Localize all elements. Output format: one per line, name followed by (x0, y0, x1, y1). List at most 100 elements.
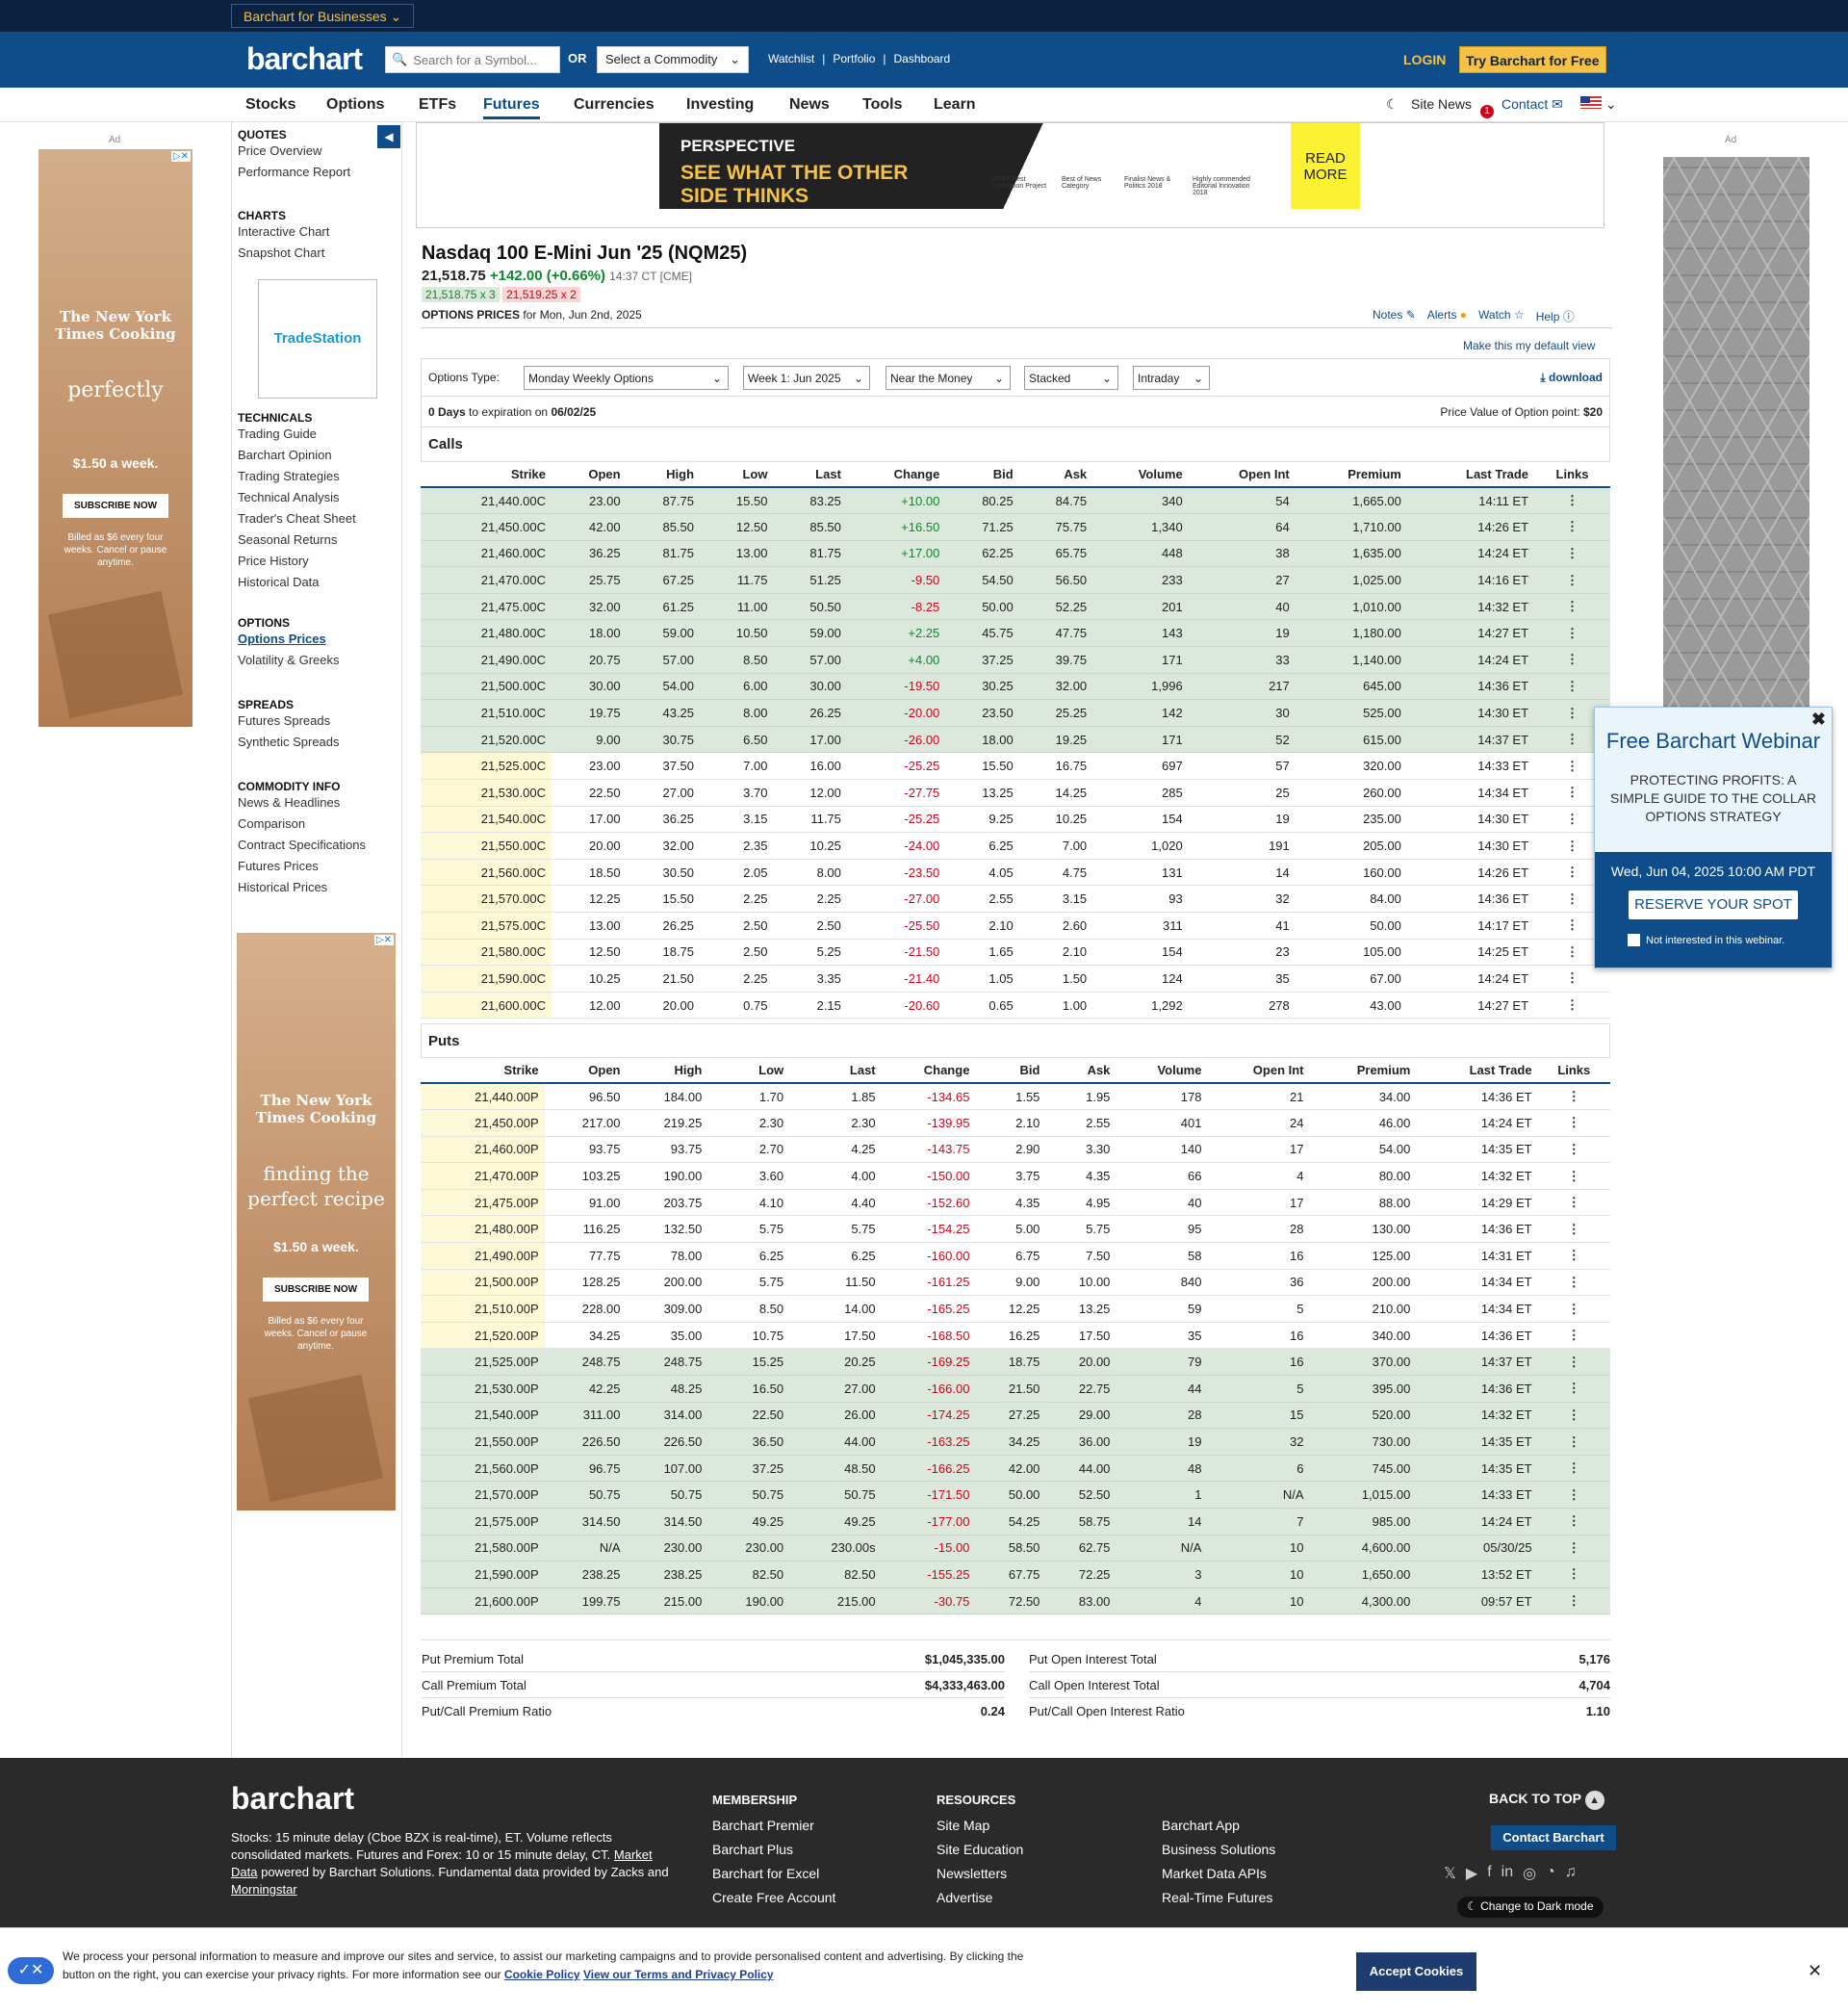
footer-link-apis[interactable]: Market Data APIs (1162, 1866, 1267, 1881)
row-menu-icon[interactable]: ⋮ (1537, 1295, 1610, 1323)
table-cell[interactable]: 21,575.00P (421, 1508, 545, 1536)
footer-link-realtime[interactable]: Real-Time Futures (1162, 1890, 1272, 1905)
table-cell[interactable]: 21,525.00P (421, 1348, 545, 1377)
table-row[interactable]: 21,575.00P 314.50 314.50 49.25 49.25 -177.00 5… (421, 1508, 1610, 1536)
nav-investing[interactable]: Investing (686, 96, 754, 114)
table-cell[interactable]: 21,520.00P (421, 1322, 545, 1350)
table-row[interactable]: 21,560.00C 18.50 30.50 2.05 8.00 -23.50 4.05 4.… (421, 859, 1610, 887)
col-header-last[interactable]: Last (789, 1058, 882, 1084)
table-cell[interactable]: 21,440.00P (421, 1083, 545, 1111)
table-row[interactable]: 21,600.00C 12.00 20.00 0.75 2.15 -20.60 0.65 1.… (421, 992, 1610, 1020)
table-row[interactable]: 21,450.00P 217.00 219.25 2.30 2.30 -139.95 2.1… (421, 1109, 1610, 1137)
table-cell[interactable]: 21,470.00P (421, 1162, 545, 1190)
table-row[interactable]: 21,460.00C 36.25 81.75 13.00 81.75 +17.00 62.2… (421, 540, 1610, 568)
table-cell[interactable]: 21,480.00P (421, 1215, 545, 1244)
col-header-high[interactable]: High (626, 1058, 708, 1084)
table-row[interactable]: 21,475.00C 32.00 61.25 11.00 50.50 -8.25 50.00… (421, 593, 1610, 621)
table-cell[interactable]: 21,560.00C (421, 859, 552, 887)
facebook-icon[interactable]: f (1487, 1864, 1491, 1883)
row-menu-icon[interactable]: ⋮ (1537, 1481, 1610, 1509)
interval-select[interactable]: Intraday ⌄ (1133, 366, 1210, 390)
sidebar-item-seasonal-returns[interactable]: Seasonal Returns (238, 532, 337, 547)
sidebar-item-trading-guide[interactable]: Trading Guide (238, 426, 317, 441)
close-icon[interactable]: ✖ (1811, 710, 1826, 730)
watchlist-link[interactable]: Watchlist (768, 52, 814, 65)
table-cell[interactable]: 21,550.00C (421, 832, 552, 860)
reserve-spot-button[interactable]: RESERVE YOUR SPOT (1629, 891, 1798, 919)
cookie-policy-link[interactable]: Cookie Policy (504, 1968, 580, 1981)
table-row[interactable]: 21,525.00P 248.75 248.75 15.25 20.25 -169.25 1… (421, 1348, 1610, 1377)
table-row[interactable]: 21,480.00C 18.00 59.00 10.50 59.00 +2.25 45.75… (421, 619, 1610, 648)
notes-link[interactable]: Notes ✎ (1373, 308, 1416, 324)
table-row[interactable]: 21,570.00C 12.25 15.50 2.25 2.25 -27.00 2.55 3.… (421, 885, 1610, 913)
table-row[interactable]: 21,540.00C 17.00 36.25 3.15 11.75 -25.25 9.25 1… (421, 806, 1610, 834)
row-menu-icon[interactable]: ⋮ (1537, 1428, 1610, 1456)
col-header-volume[interactable]: Volume (1092, 462, 1189, 488)
row-menu-icon[interactable]: ⋮ (1534, 487, 1610, 515)
col-header-bid[interactable]: Bid (975, 1058, 1046, 1084)
download-link[interactable]: ⤓ download (1540, 371, 1603, 385)
table-row[interactable]: 21,440.00P 96.50 184.00 1.70 1.85 -134.65 1.55… (421, 1083, 1610, 1111)
footer-link-site-map[interactable]: Site Map (937, 1818, 989, 1833)
col-header-ask[interactable]: Ask (1045, 1058, 1116, 1084)
left-ad[interactable]: ▷✕ The New York Times Cooking perfectly … (38, 149, 192, 727)
table-row[interactable]: 21,460.00P 93.75 93.75 2.70 4.25 -143.75 2.90 3… (421, 1136, 1610, 1164)
login-link[interactable]: LOGIN (1403, 52, 1446, 67)
sidebar-item-futures-prices[interactable]: Futures Prices (238, 859, 319, 873)
table-row[interactable]: 21,480.00P 116.25 132.50 5.75 5.75 -154.25 5.0… (421, 1215, 1610, 1244)
col-header-open[interactable]: Open (551, 462, 627, 488)
table-row[interactable]: 21,550.00P 226.50 226.50 36.50 44.00 -163.25 3… (421, 1428, 1610, 1456)
sidebar-ad[interactable]: ▷✕ The New York Times Cooking finding th… (237, 933, 396, 1510)
table-row[interactable]: 21,500.00C 30.00 54.00 6.00 30.00 -19.50 30.25… (421, 673, 1610, 701)
footer-link-advertise[interactable]: Advertise (937, 1890, 992, 1905)
row-menu-icon[interactable]: ⋮ (1537, 1375, 1610, 1403)
table-cell[interactable]: 21,600.00C (421, 992, 552, 1020)
table-cell[interactable]: 21,440.00C (421, 487, 552, 515)
col-header-last-trade[interactable]: Last Trade (1406, 462, 1535, 488)
col-header-links[interactable]: Links (1534, 462, 1610, 488)
rss-icon[interactable]: ◔ (1546, 1864, 1555, 1883)
table-cell[interactable]: 21,490.00C (421, 646, 552, 674)
sidebar-item-historical-data[interactable]: Historical Data (238, 575, 320, 589)
col-header-open-int[interactable]: Open Int (1207, 1058, 1310, 1084)
table-row[interactable]: 21,470.00C 25.75 67.25 11.75 51.25 -9.50 54.50… (421, 566, 1610, 594)
table-row[interactable]: 21,520.00P 34.25 35.00 10.75 17.50 -168.50 16.… (421, 1322, 1610, 1350)
table-cell[interactable]: 21,470.00C (421, 566, 552, 594)
sidebar-item-options-prices[interactable]: Options Prices (238, 632, 326, 646)
logo[interactable]: barchart (246, 41, 363, 77)
right-ad[interactable] (1663, 157, 1810, 735)
sidebar-item-traders-cheat-sheet[interactable]: Trader's Cheat Sheet (238, 511, 356, 526)
nav-news[interactable]: News (789, 96, 830, 114)
table-row[interactable]: 21,580.00C 12.50 18.75 2.50 5.25 -21.50 1.65 2.… (421, 939, 1610, 967)
sidebar-item-barchart-opinion[interactable]: Barchart Opinion (238, 448, 332, 462)
sidebar-item-interactive-chart[interactable]: Interactive Chart (238, 224, 329, 239)
sidebar-item-snapshot-chart[interactable]: Snapshot Chart (238, 245, 324, 260)
table-row[interactable]: 21,470.00P 103.25 190.00 3.60 4.00 -150.00 3.7… (421, 1162, 1610, 1190)
moneyness-select[interactable]: Near the Money ⌄ (886, 366, 1011, 390)
col-header-premium[interactable]: Premium (1295, 462, 1407, 488)
sidebar-item-comparison[interactable]: Comparison (238, 816, 305, 831)
terms-privacy-link[interactable]: View our Terms and Privacy Policy (583, 1968, 774, 1981)
read-more-button[interactable]: READ MORE (1291, 123, 1360, 209)
tradestation-ad[interactable]: TradeStation (258, 279, 377, 399)
footer-link-premier[interactable]: Barchart Premier (712, 1818, 814, 1833)
col-header-low[interactable]: Low (700, 462, 774, 488)
table-cell[interactable]: 21,480.00C (421, 619, 552, 648)
commodity-select[interactable]: Select a Commodity ⌄ (597, 46, 749, 73)
row-menu-icon[interactable]: ⋮ (1534, 540, 1610, 568)
table-row[interactable]: 21,510.00C 19.75 43.25 8.00 26.25 -20.00 23.50… (421, 699, 1610, 727)
row-menu-icon[interactable]: ⋮ (1537, 1322, 1610, 1350)
col-header-low[interactable]: Low (707, 1058, 790, 1084)
table-row[interactable]: 21,500.00P 128.25 200.00 5.75 11.50 -161.25 9.… (421, 1269, 1610, 1297)
nav-etfs[interactable]: ETFs (419, 96, 456, 114)
table-row[interactable]: 21,590.00P 238.25 238.25 82.50 82.50 -155.25 6… (421, 1561, 1610, 1588)
col-header-premium[interactable]: Premium (1309, 1058, 1417, 1084)
privacy-icon[interactable]: ✓✕ (8, 1957, 54, 1984)
table-cell[interactable]: 21,560.00P (421, 1455, 545, 1483)
table-cell[interactable]: 21,500.00C (421, 673, 552, 701)
alerts-link[interactable]: Alerts ● (1427, 308, 1467, 324)
contact-link[interactable]: Contact (1502, 96, 1548, 112)
top-banner-ad[interactable]: PERSPECTIVE SEE WHAT THE OTHER SIDE THIN… (416, 122, 1604, 228)
col-header-open-int[interactable]: Open Int (1188, 462, 1296, 488)
row-menu-icon[interactable]: ⋮ (1537, 1109, 1610, 1137)
